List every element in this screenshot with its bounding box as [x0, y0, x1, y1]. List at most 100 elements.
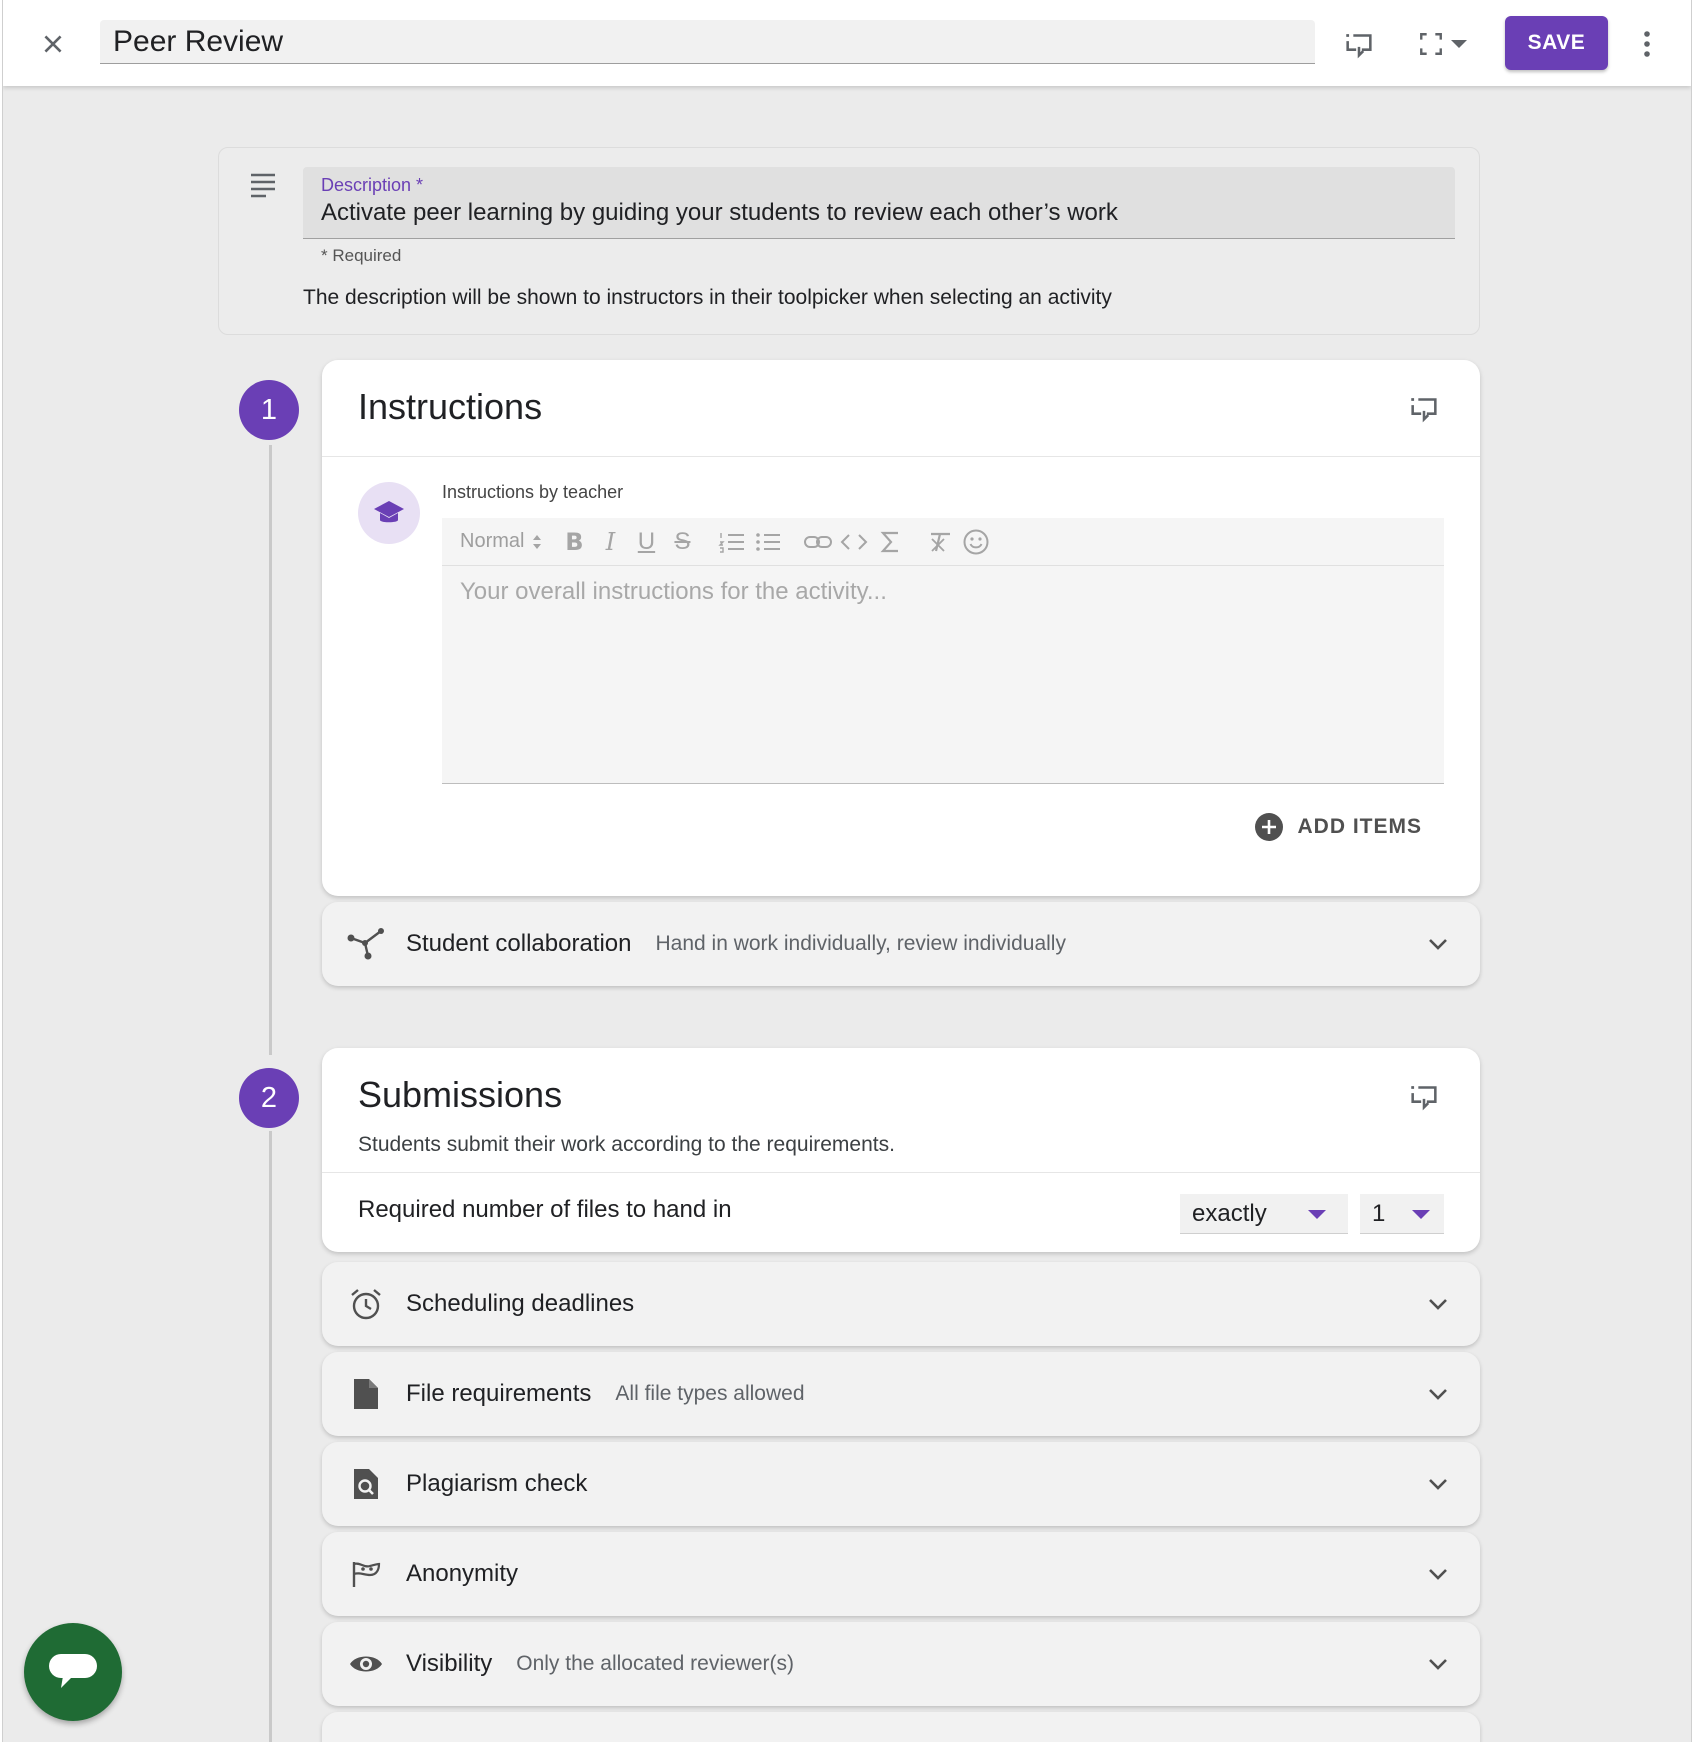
bold-icon: B: [565, 527, 584, 556]
share-network-icon: [346, 924, 386, 964]
files-mode-value: exactly: [1192, 1199, 1267, 1227]
chevron-down-icon: [1420, 926, 1456, 962]
accordion-title: Student collaboration: [406, 930, 632, 957]
fullscreen-menu-button[interactable]: [1411, 24, 1475, 64]
editor-toolbar: Normal B I U S: [442, 518, 1444, 566]
files-count-select[interactable]: 1: [1360, 1194, 1444, 1234]
description-value[interactable]: Activate peer learning by guiding your s…: [321, 199, 1118, 227]
emoji-button[interactable]: [958, 524, 994, 560]
plus-circle-icon: [1254, 813, 1283, 841]
underline-button[interactable]: U: [628, 524, 664, 560]
sigma-icon: [881, 531, 899, 552]
top-bar: Peer Review SAVE: [3, 0, 1691, 86]
required-note: * Required: [321, 246, 402, 265]
chevron-down-icon: [1420, 1466, 1456, 1502]
timeline-line: [269, 1131, 272, 1742]
add-items-label: ADD ITEMS: [1297, 815, 1422, 838]
add-section-icon: [1411, 398, 1437, 423]
files-count-label: Required number of files to hand in: [358, 1196, 732, 1223]
caret-down-icon: [1451, 40, 1467, 48]
add-section-button[interactable]: [1404, 388, 1444, 428]
step-number-badge: 2: [239, 1068, 299, 1128]
link-button[interactable]: [800, 524, 836, 560]
accordion-title: Anonymity: [406, 1560, 519, 1587]
strikethrough-button[interactable]: S: [664, 524, 700, 560]
ordered-list-button[interactable]: [714, 524, 750, 560]
ordered-list-icon: [718, 532, 745, 553]
save-button[interactable]: SAVE: [1505, 16, 1608, 70]
italic-icon: I: [605, 527, 616, 556]
code-icon: [841, 533, 868, 550]
graduation-cap-icon: [374, 501, 404, 523]
accordion-summary: Hand in work individually, review indivi…: [655, 932, 1066, 955]
add-items-button[interactable]: ADD ITEMS: [1254, 812, 1423, 842]
divider: [322, 456, 1480, 457]
plagiarism-check-accordion[interactable]: Plagiarism check: [322, 1442, 1480, 1526]
chevron-down-icon: [1420, 1556, 1456, 1592]
card-subtitle: Students submit their work according to …: [358, 1133, 895, 1156]
clear-format-button[interactable]: [922, 524, 958, 560]
description-field[interactable]: Description * Activate peer learning by …: [303, 167, 1455, 239]
link-icon: [804, 535, 833, 548]
chat-button[interactable]: [24, 1623, 122, 1721]
scheduling-deadlines-accordion[interactable]: Scheduling deadlines: [322, 1262, 1480, 1346]
alarm-clock-icon: [346, 1284, 386, 1324]
teacher-avatar: [358, 482, 420, 544]
notes-icon: [248, 172, 278, 203]
clear-format-icon: [931, 532, 951, 552]
eye-icon: [346, 1644, 386, 1684]
instructions-editor[interactable]: Normal B I U S Your overall instructions…: [442, 518, 1444, 784]
description-label: Description *: [321, 175, 424, 195]
chevron-down-icon: [1420, 1376, 1456, 1412]
editor-label: Instructions by teacher: [442, 482, 624, 502]
strikethrough-icon: S: [674, 527, 691, 555]
accordion-summary: Only the allocated reviewer(s): [516, 1652, 795, 1675]
accordion-title: Scheduling deadlines: [406, 1290, 635, 1317]
instructions-card: Instructions Instructions by teacher Nor…: [322, 360, 1480, 896]
italic-button[interactable]: I: [592, 524, 628, 560]
close-button[interactable]: [31, 22, 75, 66]
text-format-value: Normal: [460, 530, 525, 552]
title-input[interactable]: Peer Review: [100, 20, 1315, 64]
bold-button[interactable]: B: [556, 524, 592, 560]
editor-placeholder: Your overall instructions for the activi…: [460, 578, 887, 605]
updown-caret-icon: [533, 534, 542, 549]
submissions-card: Submissions Students submit their work a…: [322, 1048, 1480, 1252]
accordion-title: File requirements: [406, 1380, 592, 1407]
formula-button[interactable]: [872, 524, 908, 560]
card-title: Instructions: [358, 386, 543, 427]
chevron-down-icon: [1420, 1646, 1456, 1682]
accordion-title: Visibility: [406, 1650, 493, 1677]
bullet-list-button[interactable]: [750, 524, 786, 560]
text-format-select[interactable]: Normal: [460, 530, 542, 553]
chevron-down-icon: [1420, 1286, 1456, 1322]
add-section-icon: [1346, 34, 1372, 59]
accordion-title: Plagiarism check: [406, 1470, 588, 1497]
accordion-summary: All file types allowed: [615, 1382, 805, 1405]
caret-down-icon: [1308, 1210, 1326, 1219]
description-help-text: The description will be shown to instruc…: [303, 286, 1112, 309]
add-section-button[interactable]: [1404, 1076, 1444, 1116]
underline-icon: U: [637, 527, 656, 555]
file-requirements-accordion[interactable]: File requirements All file types allowed: [322, 1352, 1480, 1436]
chat-bubble-icon: [49, 1654, 97, 1688]
divider: [322, 1172, 1480, 1173]
anonymity-accordion[interactable]: Anonymity: [322, 1532, 1480, 1616]
close-icon: [44, 35, 62, 53]
files-mode-select[interactable]: exactly: [1180, 1194, 1348, 1234]
more-options-button[interactable]: [1627, 24, 1667, 64]
files-count-value: 1: [1372, 1199, 1386, 1227]
file-search-icon: [346, 1464, 386, 1504]
add-section-button[interactable]: [1339, 24, 1379, 64]
visibility-accordion[interactable]: Visibility Only the allocated reviewer(s…: [322, 1622, 1480, 1706]
code-button[interactable]: [836, 524, 872, 560]
more-vertical-icon: [1644, 31, 1650, 57]
student-collaboration-accordion[interactable]: Student collaboration Hand in work indiv…: [322, 902, 1480, 986]
add-section-icon: [1411, 1086, 1437, 1111]
card-title: Submissions: [358, 1074, 563, 1115]
mask-icon: [346, 1554, 386, 1594]
app-frame: Peer Review SAVE Description * Activate …: [2, 0, 1692, 1742]
next-accordion[interactable]: [322, 1712, 1480, 1742]
file-icon: [346, 1374, 386, 1414]
timeline-line: [269, 445, 272, 1055]
